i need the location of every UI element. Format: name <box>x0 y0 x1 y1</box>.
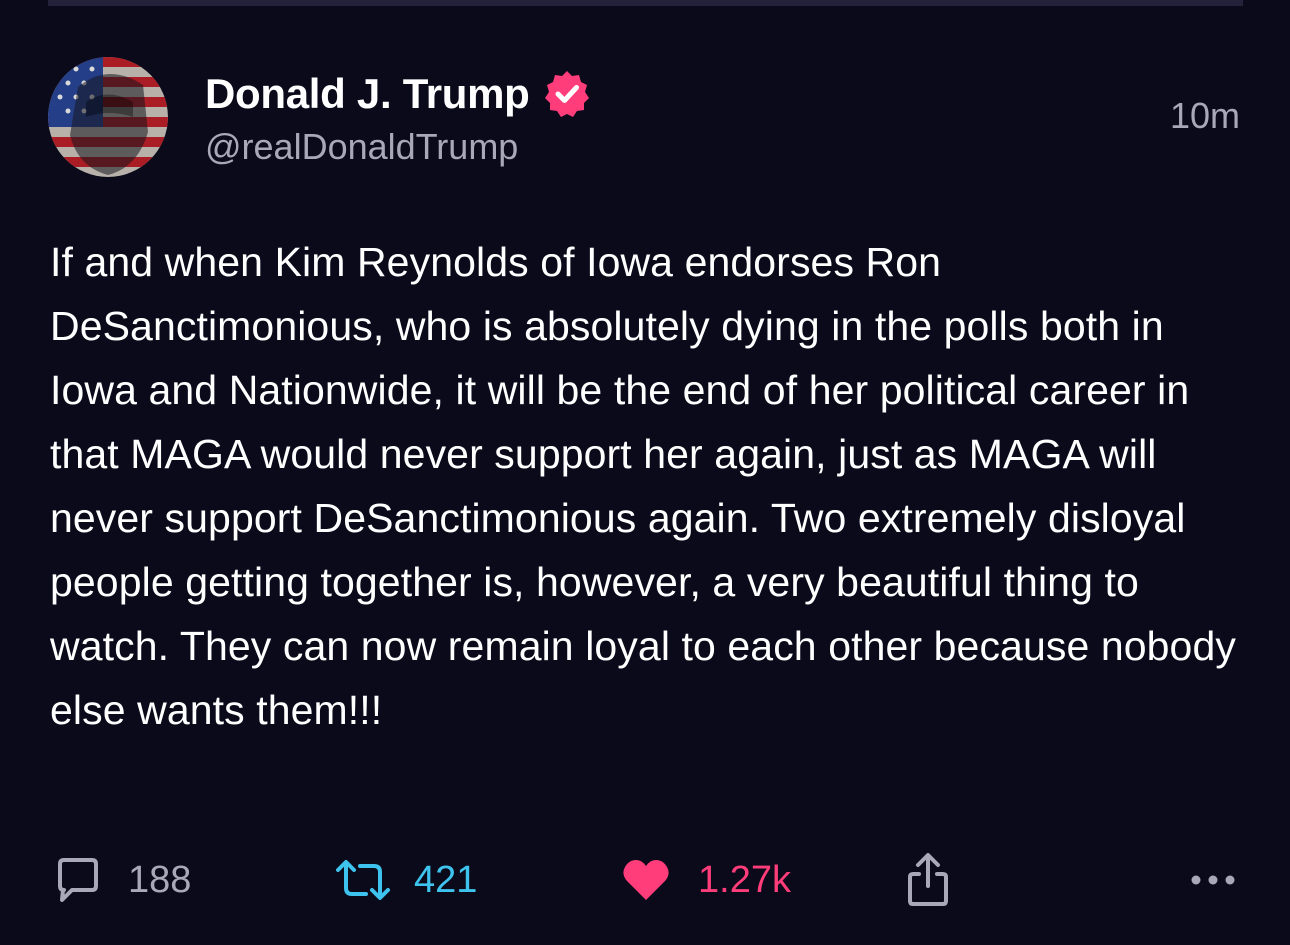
repost-icon <box>336 860 390 900</box>
heart-icon <box>623 860 669 900</box>
repost-button[interactable]: 421 <box>332 850 477 910</box>
post-card: Donald J. Trump @realDonaldTrump 10m If … <box>0 0 1290 945</box>
flag-portrait-avatar-icon <box>48 57 168 177</box>
more-dots-icon <box>1191 875 1235 885</box>
reply-count: 188 <box>128 858 192 901</box>
verified-badge-icon <box>542 69 592 119</box>
post-timestamp[interactable]: 10m <box>1170 95 1240 137</box>
post-text: If and when Kim Reynolds of Iowa endorse… <box>50 239 1248 733</box>
post-actions: 188 421 1.27k <box>0 850 1290 910</box>
author-block: Donald J. Trump @realDonaldTrump <box>205 66 592 168</box>
share-icon <box>908 853 948 906</box>
author-handle[interactable]: @realDonaldTrump <box>205 126 592 168</box>
display-name[interactable]: Donald J. Trump <box>205 70 530 118</box>
speech-bubble-icon <box>58 858 98 902</box>
repost-count: 421 <box>414 858 478 901</box>
like-button[interactable]: 1.27k <box>620 850 791 910</box>
more-options-button[interactable] <box>1190 850 1236 910</box>
reply-button[interactable]: 188 <box>52 850 191 910</box>
share-button[interactable] <box>905 850 951 910</box>
avatar[interactable] <box>48 57 168 177</box>
name-row: Donald J. Trump <box>205 66 592 122</box>
like-count: 1.27k <box>698 858 791 901</box>
